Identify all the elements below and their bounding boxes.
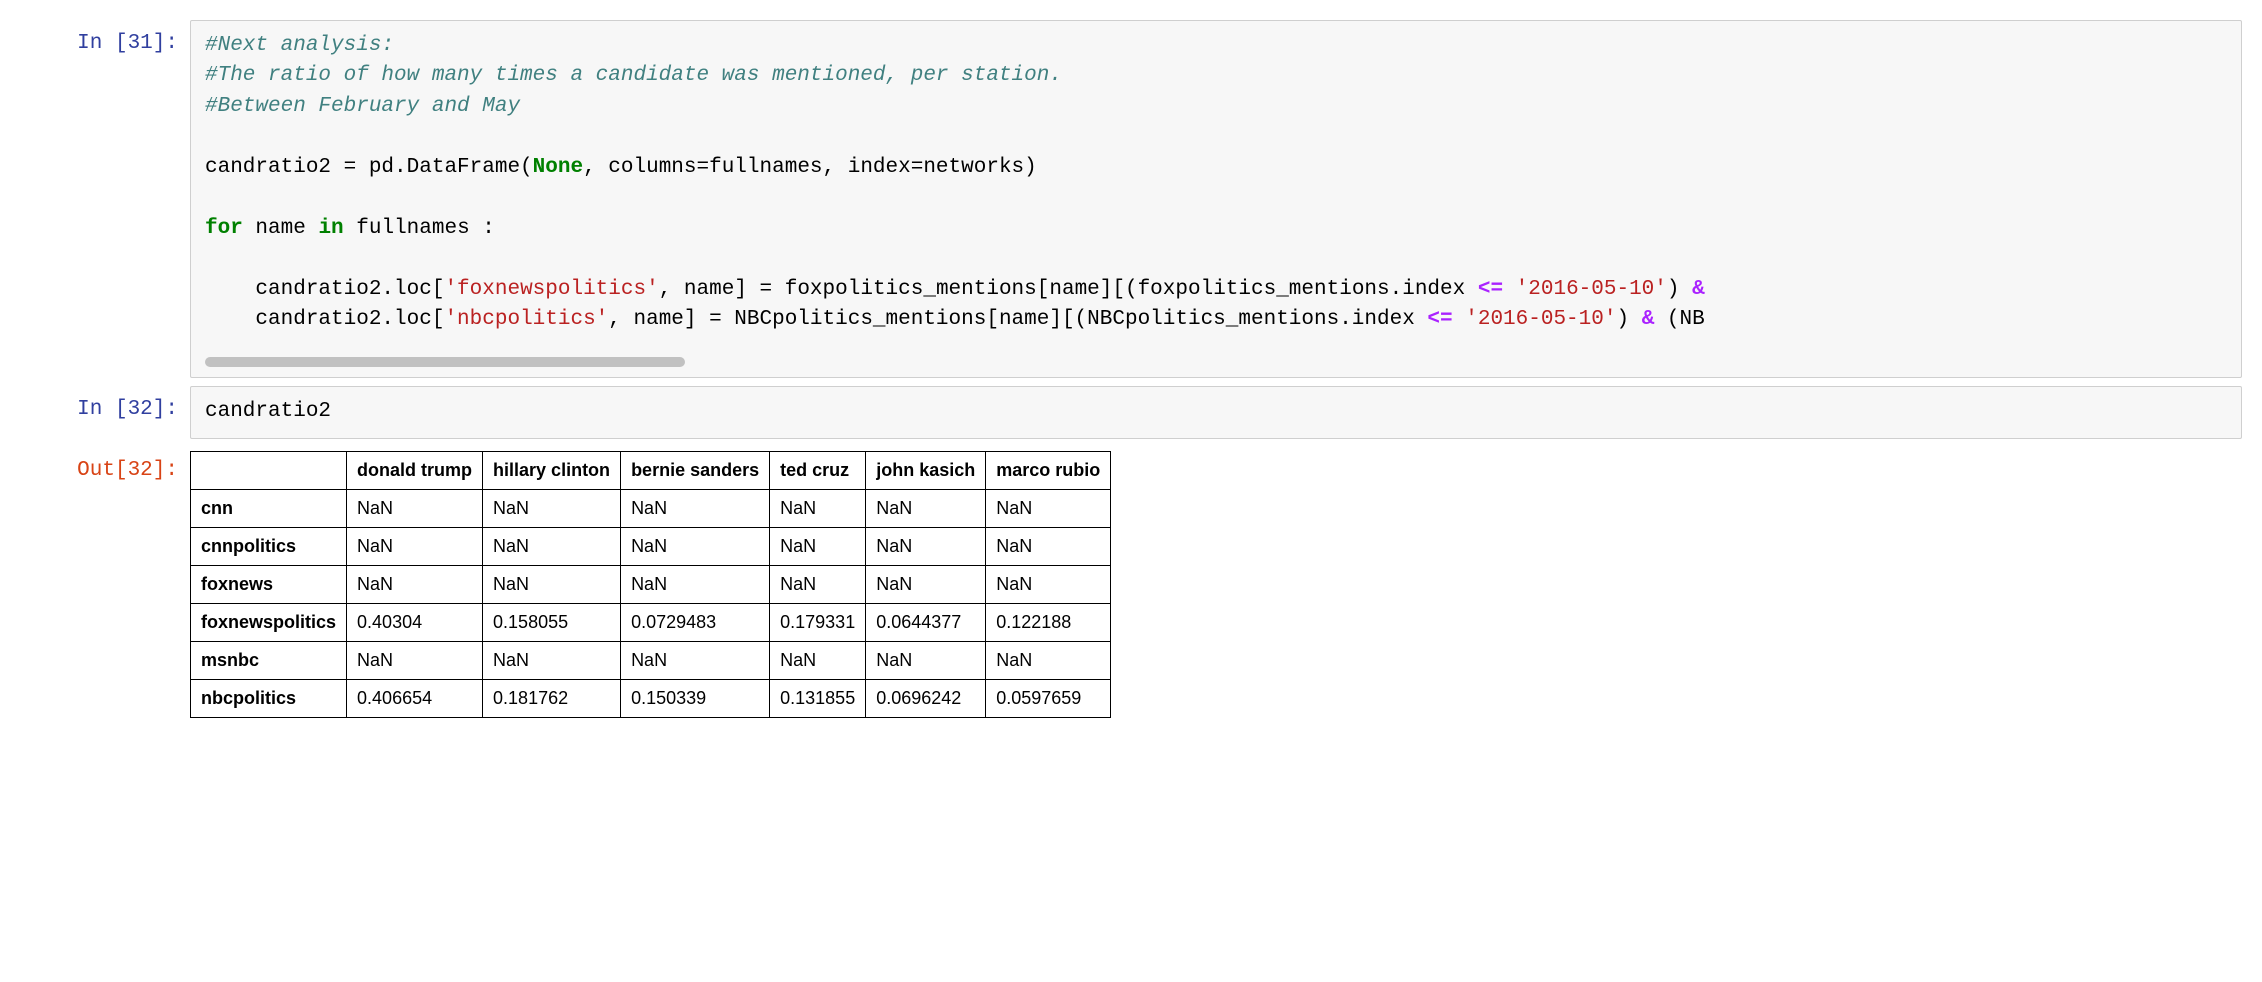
scrollbar-thumb[interactable] <box>205 357 685 367</box>
input-prompt-32: In [32]: <box>20 386 190 438</box>
string-literal: '2016-05-10' <box>1503 278 1667 301</box>
table-row: cnnNaNNaNNaNNaNNaNNaN <box>191 489 1111 527</box>
column-header: john kasich <box>866 451 986 489</box>
for-keyword: for <box>205 217 243 240</box>
code-text: name <box>243 217 319 240</box>
code-text: fullnames : <box>344 217 495 240</box>
table-cell: 0.158055 <box>483 603 621 641</box>
table-cell: NaN <box>347 527 483 565</box>
code-text: candratio2.loc[ <box>205 308 444 331</box>
row-index-label: cnn <box>191 489 347 527</box>
table-cell: 0.131855 <box>770 679 866 717</box>
table-header-row: donald trump hillary clinton bernie sand… <box>191 451 1111 489</box>
code-text: ) <box>1616 308 1641 331</box>
table-cell: 0.122188 <box>986 603 1111 641</box>
table-cell: NaN <box>866 565 986 603</box>
table-cell: NaN <box>347 565 483 603</box>
string-literal: 'foxnewspolitics' <box>444 278 658 301</box>
table-cell: NaN <box>347 489 483 527</box>
table-cell: NaN <box>986 527 1111 565</box>
table-cell: 0.406654 <box>347 679 483 717</box>
table-cell: 0.179331 <box>770 603 866 641</box>
string-literal: '2016-05-10' <box>1453 308 1617 331</box>
code-text: candratio2 = pd.DataFrame( <box>205 156 533 179</box>
table-cell: NaN <box>621 641 770 679</box>
column-header: marco rubio <box>986 451 1111 489</box>
row-index-label: foxnewspolitics <box>191 603 347 641</box>
horizontal-scrollbar[interactable] <box>205 357 2227 367</box>
row-index-label: cnnpolitics <box>191 527 347 565</box>
code-input-32[interactable]: candratio2 <box>190 386 2242 438</box>
table-cell: NaN <box>483 565 621 603</box>
table-row: foxnewspolitics0.403040.1580550.07294830… <box>191 603 1111 641</box>
table-cell: NaN <box>770 489 866 527</box>
table-row: cnnpoliticsNaNNaNNaNNaNNaNNaN <box>191 527 1111 565</box>
row-index-label: foxnews <box>191 565 347 603</box>
table-cell: NaN <box>483 641 621 679</box>
table-cell: NaN <box>770 565 866 603</box>
table-cell: NaN <box>866 489 986 527</box>
table-corner-cell <box>191 451 347 489</box>
output-prompt-32: Out[32]: <box>20 447 190 722</box>
table-cell: 0.0729483 <box>621 603 770 641</box>
table-cell: NaN <box>986 641 1111 679</box>
table-cell: NaN <box>770 641 866 679</box>
table-cell: 0.0597659 <box>986 679 1111 717</box>
table-cell: NaN <box>621 565 770 603</box>
table-cell: NaN <box>770 527 866 565</box>
table-cell: NaN <box>986 565 1111 603</box>
code-text: (NB <box>1654 308 1704 331</box>
table-cell: 0.0644377 <box>866 603 986 641</box>
comment-line: #The ratio of how many times a candidate… <box>205 64 1062 87</box>
code-cell-31: In [31]: #Next analysis: #The ratio of h… <box>20 20 2242 378</box>
table-row: foxnewsNaNNaNNaNNaNNaNNaN <box>191 565 1111 603</box>
string-literal: 'nbcpolitics' <box>444 308 608 331</box>
code-text: , name] = NBCpolitics_mentions[name][(NB… <box>608 308 1427 331</box>
column-header: bernie sanders <box>621 451 770 489</box>
table-cell: NaN <box>483 489 621 527</box>
table-cell: NaN <box>866 527 986 565</box>
table-cell: NaN <box>483 527 621 565</box>
code-cell-32: In [32]: candratio2 <box>20 386 2242 438</box>
comment-line: #Between February and May <box>205 95 520 118</box>
column-header: hillary clinton <box>483 451 621 489</box>
column-header: donald trump <box>347 451 483 489</box>
table-cell: NaN <box>986 489 1111 527</box>
code-text: candratio2 <box>205 400 331 423</box>
code-text: , columns=fullnames, index=networks) <box>583 156 1037 179</box>
none-keyword: None <box>533 156 583 179</box>
table-row: nbcpolitics0.4066540.1817620.1503390.131… <box>191 679 1111 717</box>
code-text: , name] = foxpolitics_mentions[name][(fo… <box>659 278 1478 301</box>
comment-line: #Next analysis: <box>205 34 394 57</box>
in-keyword: in <box>318 217 343 240</box>
table-cell: 0.40304 <box>347 603 483 641</box>
row-index-label: msnbc <box>191 641 347 679</box>
input-prompt-31: In [31]: <box>20 20 190 378</box>
table-row: msnbcNaNNaNNaNNaNNaNNaN <box>191 641 1111 679</box>
row-index-label: nbcpolitics <box>191 679 347 717</box>
operator-le: <= <box>1478 278 1503 301</box>
table-cell: NaN <box>347 641 483 679</box>
table-cell: 0.181762 <box>483 679 621 717</box>
table-cell: 0.0696242 <box>866 679 986 717</box>
table-cell: NaN <box>866 641 986 679</box>
operator-le: <= <box>1427 308 1452 331</box>
operator-amp: & <box>1642 308 1655 331</box>
output-area-32: donald trump hillary clinton bernie sand… <box>190 447 2242 722</box>
dataframe-table: donald trump hillary clinton bernie sand… <box>190 451 1111 718</box>
operator-amp: & <box>1692 278 1705 301</box>
code-input-31[interactable]: #Next analysis: #The ratio of how many t… <box>190 20 2242 378</box>
table-cell: NaN <box>621 489 770 527</box>
table-cell: 0.150339 <box>621 679 770 717</box>
code-text: ) <box>1667 278 1692 301</box>
output-cell-32: Out[32]: donald trump hillary clinton be… <box>20 447 2242 722</box>
code-text: candratio2.loc[ <box>205 278 444 301</box>
table-cell: NaN <box>621 527 770 565</box>
column-header: ted cruz <box>770 451 866 489</box>
